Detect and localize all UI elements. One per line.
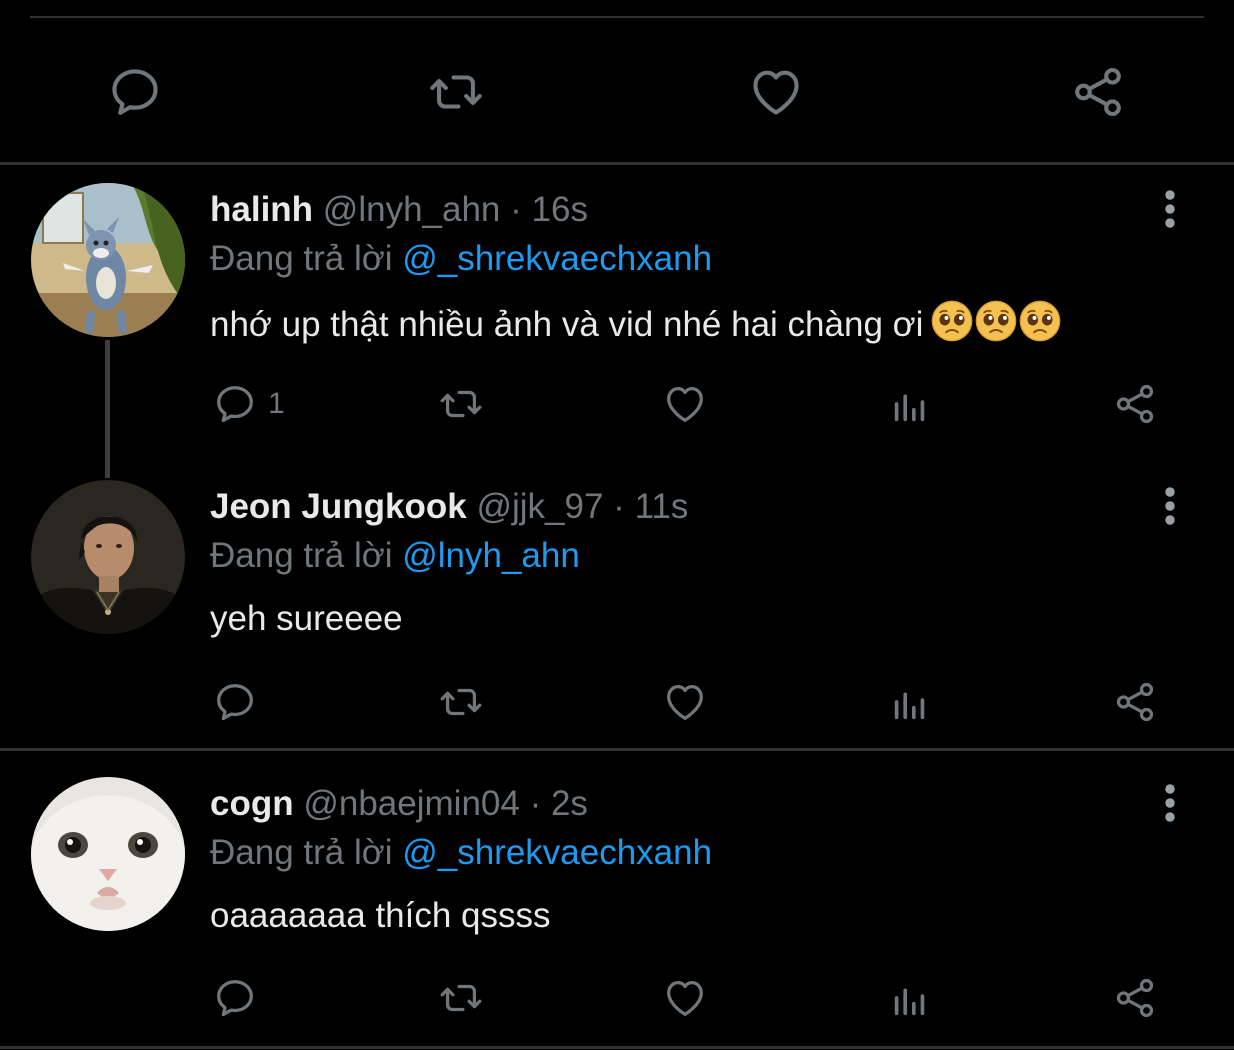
reply-icon <box>106 63 164 121</box>
like-button[interactable] <box>662 674 708 730</box>
retweet-icon <box>438 381 484 427</box>
like-button[interactable] <box>662 970 708 1026</box>
share-button[interactable] <box>1112 970 1158 1026</box>
separator-dot: · <box>613 487 625 526</box>
more-options-button[interactable] <box>1150 481 1190 531</box>
tweet-text: nhớ up thật nhiều ảnh và vid nhé hai chà… <box>210 300 1061 347</box>
main-tweet-actions <box>0 56 1234 128</box>
man-portrait-avatar[interactable] <box>31 480 185 634</box>
replying-to: Đang trả lời @lnyh_ahn <box>210 534 580 578</box>
share-button[interactable] <box>1112 674 1158 730</box>
white-cat-avatar[interactable] <box>31 777 185 931</box>
views-button[interactable] <box>887 674 933 730</box>
views-button[interactable] <box>887 376 933 432</box>
views-button[interactable] <box>887 970 933 1026</box>
separator-dot: · <box>510 190 522 229</box>
retweet-icon <box>438 679 484 725</box>
pleading-face-emoji <box>1019 300 1061 342</box>
mention-link[interactable]: @_shrekvaechxanh <box>402 833 712 872</box>
views-icon <box>887 975 933 1021</box>
retweet-button[interactable] <box>438 674 484 730</box>
share-icon <box>1112 679 1158 725</box>
like-icon <box>662 679 708 725</box>
mention-link[interactable]: @lnyh_ahn <box>402 536 580 575</box>
retweet-icon <box>438 975 484 1021</box>
replying-to-label: Đang trả lời <box>210 239 393 278</box>
author-name[interactable]: Jeon Jungkook <box>210 487 467 526</box>
mention-link[interactable]: @_shrekvaechxanh <box>402 239 712 278</box>
tweet-text-content: oaaaaaaa thích qssss <box>210 896 551 935</box>
more-icon <box>1163 782 1177 824</box>
author-handle[interactable]: @jjk_97 <box>476 487 603 526</box>
reply-button[interactable] <box>212 674 258 730</box>
author-name[interactable]: halinh <box>210 190 313 229</box>
more-icon <box>1163 485 1177 527</box>
tweet-text: yeh sureeee <box>210 597 403 641</box>
timestamp[interactable]: 11s <box>635 487 689 526</box>
share-button[interactable] <box>1062 56 1134 128</box>
section-divider <box>0 1046 1234 1049</box>
replying-to-label: Đang trả lời <box>210 833 393 872</box>
like-button[interactable] <box>740 56 812 128</box>
tom-cat-avatar[interactable] <box>31 183 185 337</box>
emoji-group <box>931 300 1061 342</box>
like-button[interactable] <box>662 376 708 432</box>
tweet-text-content: nhớ up thật nhiều ảnh và vid nhé hai chà… <box>210 305 924 344</box>
separator-dot: · <box>529 784 542 823</box>
author-name[interactable]: cogn <box>210 784 294 823</box>
more-options-button[interactable] <box>1150 184 1190 234</box>
like-icon <box>662 381 708 427</box>
retweet-icon <box>427 63 485 121</box>
reply-count: 1 <box>268 387 285 420</box>
replying-to-label: Đang trả lời <box>210 536 393 575</box>
tweet-text: oaaaaaaa thích qssss <box>210 894 551 938</box>
timestamp[interactable]: 16s <box>532 190 588 229</box>
retweet-button[interactable] <box>420 56 492 128</box>
tweet-actions: 1 <box>0 376 1234 432</box>
replying-to: Đang trả lời @_shrekvaechxanh <box>210 831 712 875</box>
reply-button[interactable]: 1 <box>212 376 285 432</box>
more-icon <box>1163 188 1177 230</box>
tweet-text-content: yeh sureeee <box>210 599 403 638</box>
tweet-actions <box>0 674 1234 730</box>
share-icon <box>1112 381 1158 427</box>
share-icon <box>1069 63 1127 121</box>
views-icon <box>887 381 933 427</box>
reply-icon <box>212 975 258 1021</box>
share-button[interactable] <box>1112 376 1158 432</box>
section-divider <box>0 748 1234 751</box>
tweet-header: halinh @lnyh_ahn · 16s <box>210 188 588 232</box>
top-divider <box>30 16 1204 18</box>
timestamp[interactable]: 2s <box>551 784 588 823</box>
pleading-face-emoji <box>975 300 1017 342</box>
tweet-header: cogn @nbaejmin04 · 2s <box>210 782 588 826</box>
like-icon <box>747 63 805 121</box>
share-icon <box>1112 975 1158 1021</box>
more-options-button[interactable] <box>1150 778 1190 828</box>
reply-icon <box>212 679 258 725</box>
like-icon <box>662 975 708 1021</box>
author-handle[interactable]: @nbaejmin04 <box>303 784 520 823</box>
reply-button[interactable] <box>99 56 171 128</box>
replying-to: Đang trả lời @_shrekvaechxanh <box>210 237 712 281</box>
reply-button[interactable] <box>212 970 258 1026</box>
reply-icon <box>212 381 258 427</box>
retweet-button[interactable] <box>438 970 484 1026</box>
section-divider <box>0 162 1234 165</box>
author-handle[interactable]: @lnyh_ahn <box>323 190 501 229</box>
retweet-button[interactable] <box>438 376 484 432</box>
pleading-face-emoji <box>931 300 973 342</box>
tweet-actions <box>0 970 1234 1026</box>
views-icon <box>887 679 933 725</box>
tweet-header: Jeon Jungkook @jjk_97 · 11s <box>210 485 688 529</box>
